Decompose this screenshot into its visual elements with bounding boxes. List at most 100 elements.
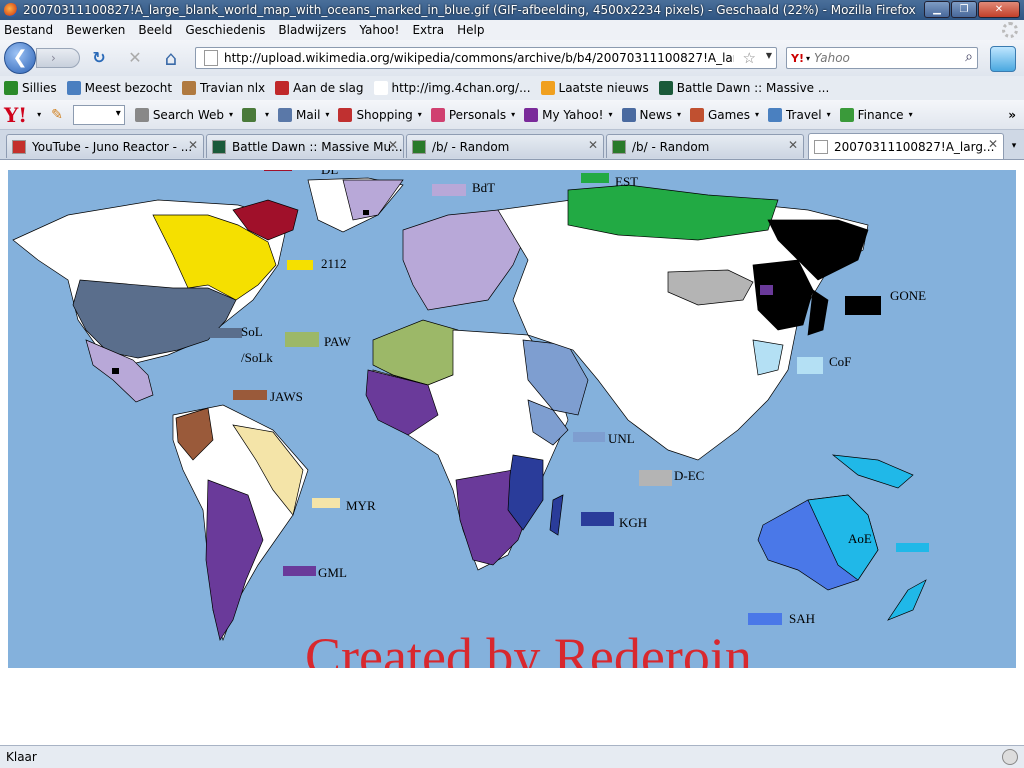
yahoo-toolbar-item[interactable]: Finance ▾ (839, 107, 913, 122)
tab-favicon-icon (12, 139, 26, 154)
dropdown-arrow-icon[interactable]: ▾ (511, 110, 515, 119)
bookmark-star-icon[interactable]: ☆ (743, 49, 756, 67)
close-tab-icon[interactable]: ✕ (588, 138, 598, 152)
dropdown-arrow-icon[interactable]: ▾ (229, 110, 233, 119)
legend-swatch (283, 566, 316, 576)
yahoo-logo[interactable]: Y! (4, 103, 27, 127)
yahoo-item-icon (242, 107, 257, 122)
legend-swatch (581, 173, 609, 183)
browser-tab[interactable]: Battle Dawn :: Massive Mu... ✕ (206, 134, 404, 158)
china-marker (760, 285, 773, 295)
browser-tab[interactable]: YouTube - Juno Reactor - ... ✕ (6, 134, 204, 158)
dropdown-arrow-icon[interactable]: ▾ (325, 110, 329, 119)
yahoo-toolbar-item[interactable]: Games ▾ (689, 107, 759, 122)
yahoo-toolbar-item[interactable]: Mail ▾ (278, 107, 329, 122)
yahoo-item-icon (767, 107, 782, 122)
bookmark-item[interactable]: Battle Dawn :: Massive ... (658, 81, 829, 95)
back-button[interactable]: ❮ (4, 42, 36, 74)
dropdown-arrow-icon[interactable]: ▾ (909, 110, 913, 119)
dropdown-arrow-icon[interactable]: ▾ (609, 110, 613, 119)
browser-tab[interactable]: /b/ - Random ✕ (406, 134, 604, 158)
bookmark-item[interactable]: Travian nlx (182, 81, 265, 95)
reload-icon[interactable]: ↻ (90, 49, 108, 67)
search-engine-icon[interactable]: Y! (791, 52, 804, 65)
tab-label: /b/ - Random (632, 139, 710, 154)
yahoo-toolbar-item[interactable]: ▾ (242, 107, 269, 122)
search-box[interactable]: Y! ▾ ⌕ (786, 47, 978, 69)
tab-favicon-icon (412, 139, 426, 154)
menu-bestand[interactable]: Bestand (4, 23, 53, 37)
yahoo-toolbar-item[interactable]: Shopping ▾ (338, 107, 422, 122)
bookmark-item[interactable]: http://img.4chan.org/... (373, 81, 531, 95)
menu-extra[interactable]: Extra (412, 23, 444, 37)
legend-swatch (432, 184, 466, 196)
legend-label: KGH (619, 515, 648, 530)
yahoo-toolbar-item[interactable]: Search Web ▾ (134, 107, 233, 122)
stop-icon[interactable]: ✕ (126, 49, 144, 67)
status-icon[interactable] (1002, 749, 1018, 765)
bookmark-item[interactable]: Aan de slag (275, 81, 364, 95)
legend-label: GML (318, 565, 347, 580)
dropdown-arrow-icon[interactable]: ▾ (677, 110, 681, 119)
menu-bewerken[interactable]: Bewerken (66, 23, 125, 37)
yahoo-toolbar-item[interactable]: News ▾ (621, 107, 681, 122)
legend-label: UNL (608, 431, 635, 446)
bookmark-item[interactable]: Sillies (4, 81, 57, 95)
close-tab-icon[interactable]: ✕ (188, 138, 198, 152)
search-input[interactable] (814, 51, 954, 65)
yahoo-item-label: Travel (785, 107, 822, 122)
legend-swatch (896, 543, 929, 552)
url-text[interactable]: http://upload.wikimedia.org/wikipedia/co… (224, 51, 734, 65)
yahoo-toolbar-item[interactable]: Travel ▾ (767, 107, 831, 122)
bookmark-icon (66, 81, 81, 95)
legend-label: DL (321, 170, 338, 178)
url-dropdown-icon[interactable]: ▼ (766, 51, 772, 60)
search-engine-dropdown-icon[interactable]: ▾ (806, 54, 810, 63)
bookmark-item[interactable]: Meest bezocht (66, 81, 172, 95)
bookmark-icon (373, 81, 388, 95)
dropdown-arrow-icon[interactable]: ▾ (265, 110, 269, 119)
menu-bladwijzers[interactable]: Bladwijzers (278, 23, 346, 37)
legend-swatch (312, 498, 340, 508)
close-tab-icon[interactable]: ✕ (988, 137, 998, 151)
yahoo-item-icon (621, 107, 636, 122)
tab-favicon-icon (814, 139, 828, 154)
legend-swatch (287, 260, 313, 270)
yahoo-menu-dropdown-icon[interactable]: ▾ (37, 110, 41, 119)
home-icon[interactable]: ⌂ (162, 48, 180, 68)
tab-list-button[interactable]: ▾ (1006, 136, 1022, 156)
menu-yahoo[interactable]: Yahoo! (359, 23, 399, 37)
mexico-marker (112, 368, 119, 374)
dropdown-arrow-icon[interactable]: ▾ (755, 110, 759, 119)
menu-geschiedenis[interactable]: Geschiedenis (185, 23, 265, 37)
status-text: Klaar (6, 750, 37, 764)
pencil-icon[interactable]: ✎ (51, 107, 63, 123)
menu-beeld[interactable]: Beeld (138, 23, 172, 37)
url-bar[interactable]: http://upload.wikimedia.org/wikipedia/co… (195, 47, 777, 69)
legend-swatch (748, 613, 782, 625)
maximize-button[interactable]: ❐ (951, 1, 977, 18)
toolbar-overflow-button[interactable]: » (1008, 108, 1016, 122)
dropdown-arrow-icon[interactable]: ▾ (418, 110, 422, 119)
menu-help[interactable]: Help (457, 23, 484, 37)
minimize-button[interactable]: ▁ (924, 1, 950, 18)
close-window-button[interactable]: ✕ (978, 1, 1020, 18)
search-icon[interactable]: ⌕ (965, 49, 973, 65)
yahoo-toolbar-item[interactable]: My Yahoo! ▾ (524, 107, 613, 122)
messenger-icon[interactable] (990, 46, 1016, 72)
yahoo-search-select[interactable] (72, 104, 125, 125)
firefox-icon (4, 3, 18, 17)
indonesia-aoe (831, 454, 914, 489)
close-tab-icon[interactable]: ✕ (388, 138, 398, 152)
bookmark-item[interactable]: Laatste nieuws (540, 81, 649, 95)
close-tab-icon[interactable]: ✕ (788, 138, 798, 152)
yahoo-item-icon (134, 107, 149, 122)
bookmark-label: Laatste nieuws (558, 81, 649, 95)
yahoo-item-icon (689, 107, 704, 122)
yahoo-item-label: Mail (296, 107, 321, 122)
browser-tab[interactable]: /b/ - Random ✕ (606, 134, 804, 158)
yahoo-toolbar-item[interactable]: Personals ▾ (430, 107, 515, 122)
browser-tab[interactable]: 20070311100827!A_larg... ✕ (808, 133, 1004, 159)
dropdown-arrow-icon[interactable]: ▾ (827, 110, 831, 119)
forward-button[interactable]: › (36, 48, 80, 68)
